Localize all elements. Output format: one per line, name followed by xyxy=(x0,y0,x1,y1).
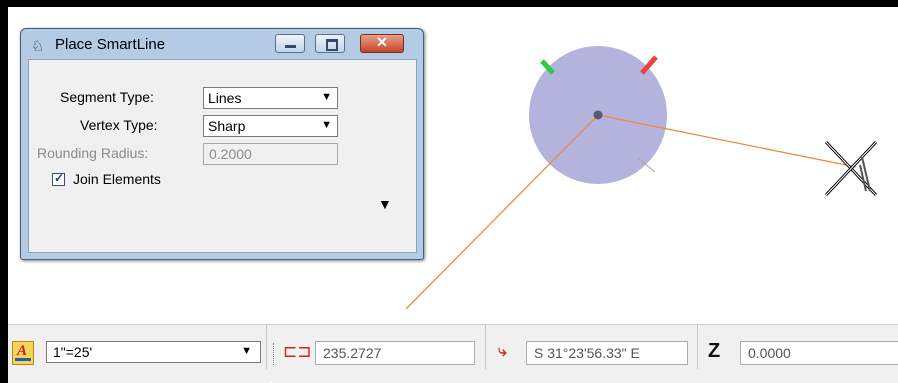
dialog-titlebar[interactable]: ♘ Place SmartLine ✕ xyxy=(21,29,423,59)
chevron-down-icon: ▼ xyxy=(241,345,252,357)
acs-stripe xyxy=(15,358,31,361)
segment-type-value: Lines xyxy=(208,90,242,106)
expand-dialog-icon[interactable]: ▼ xyxy=(378,196,392,212)
z-value: 0.0000 xyxy=(748,345,791,361)
distance-value: 235.2727 xyxy=(323,345,382,361)
smartline-segment xyxy=(405,114,599,310)
separator xyxy=(485,325,486,369)
vertex-type-label: Vertex Type: xyxy=(80,117,158,133)
crosshair-cursor-icon xyxy=(824,140,878,197)
join-elements-label[interactable]: Join Elements xyxy=(73,171,161,187)
direction-field[interactable]: S 31°23'56.33" E xyxy=(526,341,688,365)
distance-field[interactable]: 235.2727 xyxy=(315,341,475,365)
caret-up-icon: ▲ xyxy=(266,377,275,383)
join-elements-checkbox[interactable]: ✓ xyxy=(52,171,65,186)
separator xyxy=(266,325,267,369)
vertex-type-select[interactable]: Sharp ▼ xyxy=(203,115,338,137)
distance-icon[interactable]: ⊏⊐ xyxy=(283,342,312,362)
dialog-title: Place SmartLine xyxy=(55,36,166,53)
smartline-tool-icon: ♘ xyxy=(31,38,45,55)
accudraw-status-bar: A 1"=25' ▼ ⊏⊐ 235.2727 ⤷ S 31°23'56.33" … xyxy=(8,324,898,383)
minimize-icon xyxy=(285,45,296,48)
direction-value: S 31°23'56.33" E xyxy=(534,345,640,361)
chevron-down-icon: ▼ xyxy=(321,91,332,103)
toolbar-grip[interactable] xyxy=(273,343,277,365)
segment-type-label: Segment Type: xyxy=(60,89,154,105)
rounding-radius-input[interactable]: 0.2000 xyxy=(203,143,338,165)
dialog-body: Segment Type: Lines ▼ Vertex Type: Sharp… xyxy=(28,59,417,253)
vertex-type-value: Sharp xyxy=(208,118,246,134)
close-icon: ✕ xyxy=(376,34,388,50)
rounding-radius-label: Rounding Radius: xyxy=(37,145,149,161)
close-button[interactable]: ✕ xyxy=(360,34,404,53)
chevron-down-icon: ▼ xyxy=(321,119,332,131)
scale-value: 1"=25' xyxy=(53,344,93,360)
maximize-button[interactable] xyxy=(315,34,345,53)
acs-icon[interactable]: A xyxy=(12,341,34,365)
view-window[interactable]: ♘ Place SmartLine ✕ Segment Type: Lines … xyxy=(8,7,898,383)
z-axis-label: Z xyxy=(708,340,721,362)
segment-type-select[interactable]: Lines ▼ xyxy=(203,87,338,109)
rounding-radius-value: 0.2000 xyxy=(209,146,252,162)
separator xyxy=(697,325,698,369)
scale-select[interactable]: 1"=25' ▼ xyxy=(46,341,261,363)
origin-point xyxy=(593,110,603,120)
place-smartline-dialog[interactable]: ♘ Place SmartLine ✕ Segment Type: Lines … xyxy=(20,28,424,260)
maximize-icon xyxy=(326,39,338,51)
check-icon: ✓ xyxy=(54,171,65,185)
z-field[interactable]: 0.0000 xyxy=(740,341,898,365)
direction-icon[interactable]: ⤷ xyxy=(498,343,507,361)
minimize-button[interactable] xyxy=(275,34,305,53)
